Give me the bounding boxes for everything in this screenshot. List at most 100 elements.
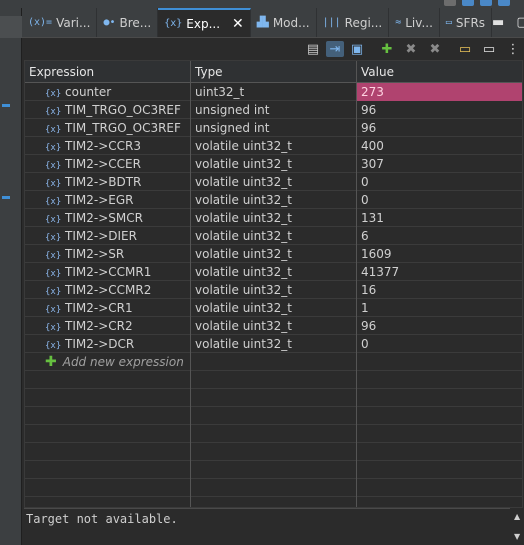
table-row[interactable]: {x} TIM2->SR volatile uint32_t 1609 xyxy=(25,245,522,263)
minimize-icon[interactable]: ▬ xyxy=(492,15,504,30)
expression-icon: {x} xyxy=(45,161,62,171)
expression-cell[interactable]: {x} TIM2->DIER xyxy=(25,227,191,245)
value-cell[interactable]: 273 xyxy=(357,83,522,101)
expression-text: TIM2->CCER xyxy=(65,157,141,171)
tab-label: Vari... xyxy=(56,15,91,30)
value-cell[interactable]: 307 xyxy=(357,155,522,173)
table-row[interactable]: {x} TIM2->EGR volatile uint32_t 0 xyxy=(25,191,522,209)
expression-cell[interactable]: {x} TIM2->CCER xyxy=(25,155,191,173)
table-row[interactable]: {x} TIM2->CR1 volatile uint32_t 1 xyxy=(25,299,522,317)
value-cell[interactable]: 0 xyxy=(357,191,522,209)
registers-icon: ||| xyxy=(322,17,341,28)
left-panel-tab[interactable] xyxy=(0,16,22,38)
type-cell: volatile uint32_t xyxy=(191,335,357,353)
remove-all-expressions-icon[interactable]: ✖ xyxy=(426,41,444,57)
empty-cell xyxy=(191,389,357,407)
table-row[interactable]: {x} TIM2->CCER volatile uint32_t 307 xyxy=(25,155,522,173)
table-row[interactable]: {x} TIM2->CCMR2 volatile uint32_t 16 xyxy=(25,281,522,299)
show-type-names-icon[interactable]: ▤ xyxy=(304,41,322,57)
expression-icon: {x} xyxy=(45,89,62,99)
table-row[interactable]: {x} counter uint32_t 273 xyxy=(25,83,522,101)
table-row[interactable]: {x} TIM2->DCR volatile uint32_t 0 xyxy=(25,335,522,353)
tab-live[interactable]: ≈ Liv... xyxy=(389,8,440,37)
add-icon: ✚ xyxy=(45,354,57,370)
value-cell[interactable]: 96 xyxy=(357,317,522,335)
toolbar-icon[interactable] xyxy=(480,0,492,6)
add-expression-icon[interactable]: ✚ xyxy=(378,41,396,57)
marker-icon xyxy=(2,104,10,107)
expression-cell[interactable]: {x} TIM2->CCMR2 xyxy=(25,281,191,299)
value-cell[interactable]: 131 xyxy=(357,209,522,227)
table-row[interactable]: {x} TIM2->CCR3 volatile uint32_t 400 xyxy=(25,137,522,155)
table-row[interactable]: {x} TIM_TRGO_OC3REF unsigned int 96 xyxy=(25,119,522,137)
tab-sfrs[interactable]: ▭ SFRs xyxy=(440,8,493,37)
expression-cell[interactable]: {x} TIM2->CR2 xyxy=(25,317,191,335)
column-header-value[interactable]: Value xyxy=(357,61,522,83)
column-header-type[interactable]: Type xyxy=(191,61,357,83)
table-row[interactable]: {x} TIM2->BDTR volatile uint32_t 0 xyxy=(25,173,522,191)
close-tab-icon[interactable]: ✕ xyxy=(232,16,244,32)
expression-text: TIM2->DCR xyxy=(65,337,135,351)
toolbar-icon[interactable] xyxy=(498,0,510,6)
expression-cell[interactable]: {x} TIM2->DCR xyxy=(25,335,191,353)
value-cell[interactable]: 1609 xyxy=(357,245,522,263)
value-cell[interactable]: 400 xyxy=(357,137,522,155)
scroll-up-icon[interactable]: ▲ xyxy=(514,512,520,521)
value-cell[interactable]: 96 xyxy=(357,101,522,119)
tab-modules[interactable]: ▟▙ Mod... xyxy=(251,8,317,37)
table-row[interactable]: {x} TIM2->CCMR1 volatile uint32_t 41377 xyxy=(25,263,522,281)
column-header-expression[interactable]: Expression xyxy=(25,61,191,83)
show-logical-structure-icon[interactable]: ⇥ xyxy=(326,41,344,57)
expression-text: TIM_TRGO_OC3REF xyxy=(65,103,181,117)
maximize-icon[interactable]: ▢ xyxy=(516,15,524,30)
view-menu-icon[interactable]: ⋮ xyxy=(504,41,522,57)
empty-row xyxy=(25,479,522,497)
expression-cell[interactable]: {x} TIM2->SMCR xyxy=(25,209,191,227)
value-cell[interactable]: 0 xyxy=(357,335,522,353)
toolbar-icon[interactable] xyxy=(444,0,456,6)
expression-text: TIM2->BDTR xyxy=(65,175,142,189)
table-row[interactable]: {x} TIM_TRGO_OC3REF unsigned int 96 xyxy=(25,101,522,119)
tab-registers[interactable]: ||| Regi... xyxy=(317,8,390,37)
empty-cell xyxy=(25,371,191,389)
table-row[interactable]: {x} TIM2->SMCR volatile uint32_t 131 xyxy=(25,209,522,227)
empty-row xyxy=(25,443,522,461)
value-cell[interactable]: 16 xyxy=(357,281,522,299)
expression-cell[interactable]: {x} counter xyxy=(25,83,191,101)
remove-expression-icon[interactable]: ✖ xyxy=(402,41,420,57)
toolbar-icon[interactable] xyxy=(462,0,474,6)
expression-cell[interactable]: {x} TIM_TRGO_OC3REF xyxy=(25,119,191,137)
expression-cell[interactable]: {x} TIM2->EGR xyxy=(25,191,191,209)
empty-cell xyxy=(357,371,522,389)
value-cell[interactable]: 96 xyxy=(357,119,522,137)
tab-variables[interactable]: (x)= Vari... xyxy=(22,8,98,37)
new-watch-icon[interactable]: ▭ xyxy=(456,41,474,57)
type-cell: volatile uint32_t xyxy=(191,137,357,155)
expression-cell[interactable]: {x} TIM2->CCMR1 xyxy=(25,263,191,281)
expression-cell[interactable]: {x} TIM2->CR1 xyxy=(25,299,191,317)
value-cell[interactable]: 6 xyxy=(357,227,522,245)
empty-cell xyxy=(25,389,191,407)
tab-breakpoints[interactable]: ●• Bre... xyxy=(97,8,159,37)
sfrs-icon: ▭ xyxy=(445,17,452,28)
expression-cell[interactable]: {x} TIM2->BDTR xyxy=(25,173,191,191)
empty-cell xyxy=(25,407,191,425)
value-cell[interactable]: 41377 xyxy=(357,263,522,281)
left-panel-edge xyxy=(0,8,22,545)
table-row[interactable]: {x} TIM2->CR2 volatile uint32_t 96 xyxy=(25,317,522,335)
expression-cell[interactable]: {x} TIM2->CCR3 xyxy=(25,137,191,155)
value-cell[interactable]: 0 xyxy=(357,173,522,191)
expression-cell[interactable]: {x} TIM2->SR xyxy=(25,245,191,263)
scroll-down-icon[interactable]: ▼ xyxy=(514,532,520,541)
empty-cell xyxy=(357,461,522,479)
table-row[interactable]: {x} TIM2->DIER volatile uint32_t 6 xyxy=(25,227,522,245)
expression-icon: {x} xyxy=(45,197,62,207)
add-expression-cell[interactable]: ✚ Add new expression xyxy=(25,353,191,371)
expression-cell[interactable]: {x} TIM_TRGO_OC3REF xyxy=(25,101,191,119)
tab-expressions[interactable]: {x} Exp... ✕ xyxy=(158,8,251,37)
value-cell[interactable]: 1 xyxy=(357,299,522,317)
edit-watch-icon[interactable]: ▭ xyxy=(480,41,498,57)
add-expression-row[interactable]: ✚ Add new expression xyxy=(25,353,522,371)
collapse-all-icon[interactable]: ▣ xyxy=(348,41,366,57)
status-pane: Target not available. xyxy=(24,508,510,545)
